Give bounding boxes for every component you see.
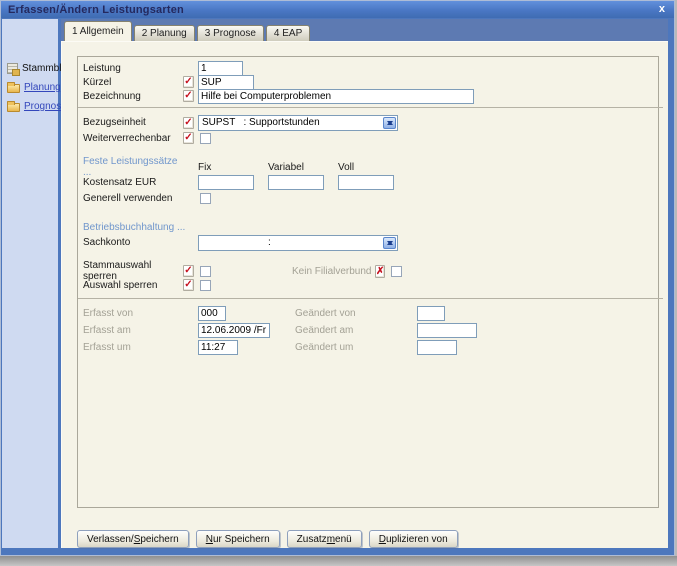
erfasst-von-input[interactable] <box>198 306 226 321</box>
main-area: 1 Allgemein 2 Planung 3 Prognose 4 EAP L… <box>61 19 668 548</box>
geaendert-von-input[interactable] <box>417 306 445 321</box>
row-sachkonto: Sachkonto : <box>83 234 658 251</box>
required-check-icon: ✓ <box>183 279 194 291</box>
app-window: Erfassen/Ändern Leistungsarten x Stammbl… <box>0 0 675 556</box>
tab-strip: 1 Allgemein 2 Planung 3 Prognose 4 EAP <box>61 19 668 41</box>
geaendert-von-label: Geändert von <box>295 308 356 319</box>
window-body: Stammblatt Planung Prognose 1 Allgemein … <box>2 19 673 548</box>
erfasst-von-label: Erfasst von <box>83 308 183 319</box>
close-icon[interactable]: x <box>657 4 667 15</box>
combo-spinner-icon[interactable] <box>383 117 396 129</box>
row-bezugseinheit: Bezugseinheit ✓ SUPST : Supportstunden <box>83 114 658 131</box>
sachkonto-value: : <box>202 237 271 248</box>
bezeichnung-input[interactable] <box>198 89 474 104</box>
duplizieren-von-button[interactable]: Duplizieren von <box>369 530 458 548</box>
window-title: Erfassen/Ändern Leistungsarten <box>8 4 184 16</box>
auswahl-label: Auswahl sperren <box>83 280 183 291</box>
tab-allgemein[interactable]: 1 Allgemein <box>64 21 132 41</box>
required-check-icon: ✓ <box>183 76 194 88</box>
sachkonto-label: Sachkonto <box>83 237 183 248</box>
geaendert-um-label: Geändert um <box>295 342 353 353</box>
separator <box>78 298 663 299</box>
titlebar: Erfassen/Ändern Leistungsarten x <box>1 1 674 18</box>
erfasst-um-input[interactable] <box>198 340 238 355</box>
kein-filialverbund-label: Kein Filialverbund <box>292 266 372 277</box>
row-kuerzel: Kürzel ✓ <box>83 75 658 89</box>
row-weiterverrechenbar: Weiterverrechenbar ✓ <box>83 131 658 145</box>
required-check-icon: ✓ <box>183 117 194 129</box>
desktop-strip <box>0 556 677 566</box>
tab-planung[interactable]: 2 Planung <box>134 25 195 41</box>
auswahl-checkbox[interactable] <box>200 280 211 291</box>
geaendert-am-input[interactable] <box>417 323 477 338</box>
kostensatz-label: Kostensatz EUR <box>83 177 183 188</box>
stammauswahl-checkbox[interactable] <box>200 266 211 277</box>
kostensatz-voll-input[interactable] <box>338 175 394 190</box>
row-generell: Generell verwenden <box>83 191 658 205</box>
required-check-icon: ✓ <box>183 132 194 144</box>
kostensatz-fix-input[interactable] <box>198 175 254 190</box>
prognose-folder-icon <box>7 103 20 112</box>
row-kostensatz: Kostensatz EUR <box>83 174 658 191</box>
screen: Erfassen/Ändern Leistungsarten x Stammbl… <box>0 0 677 566</box>
leistung-label: Leistung <box>83 63 183 74</box>
zusatzmenu-button[interactable]: Zusatzmenü <box>287 530 362 548</box>
erfasst-am-input[interactable] <box>198 323 270 338</box>
sidebar-item-planung[interactable]: Planung <box>7 82 58 93</box>
separator <box>78 107 663 108</box>
sidebar: Stammblatt Planung Prognose <box>2 19 58 548</box>
sidebar-item-label: Planung <box>24 82 61 93</box>
weiterverrechenbar-checkbox[interactable] <box>200 133 211 144</box>
nur-speichern-button[interactable]: Nur Speichern <box>196 530 280 548</box>
sidebar-item-prognose[interactable]: Prognose <box>7 101 58 112</box>
tab-prognose[interactable]: 3 Prognose <box>197 25 264 41</box>
row-betriebsbuchhaltung-header: Betriebsbuchhaltung ... <box>83 220 658 234</box>
col-fix: Fix <box>198 162 268 173</box>
sidebar-item-stammblatt[interactable]: Stammblatt <box>7 63 58 74</box>
betriebsbuchhaltung-header: Betriebsbuchhaltung ... <box>83 222 243 233</box>
bezeichnung-label: Bezeichnung <box>83 91 183 102</box>
bezugseinheit-value: SUPST : Supportstunden <box>202 117 320 128</box>
sachkonto-combobox[interactable]: : <box>198 235 398 251</box>
planung-folder-icon <box>7 84 20 93</box>
button-row: Verlassen/Speichern Nur Speichern Zusatz… <box>77 530 668 548</box>
erfasst-um-label: Erfasst um <box>83 342 183 353</box>
generell-checkbox[interactable] <box>200 193 211 204</box>
stammblatt-card-icon <box>7 63 18 74</box>
bezugseinheit-label: Bezugseinheit <box>83 117 183 128</box>
kein-filialverbund-checkbox[interactable] <box>391 266 402 277</box>
row-bezeichnung: Bezeichnung ✓ <box>83 89 658 103</box>
kuerzel-label: Kürzel <box>83 77 183 88</box>
row-erfasst-am: Erfasst am Geändert am <box>83 322 658 339</box>
row-erfasst-um: Erfasst um Geändert um <box>83 339 658 356</box>
col-variabel: Variabel <box>268 162 338 173</box>
required-x-icon: ✗ <box>375 265 385 278</box>
kuerzel-input[interactable] <box>198 75 254 90</box>
required-check-icon: ✓ <box>183 265 194 277</box>
erfasst-am-label: Erfasst am <box>83 325 183 336</box>
kostensatz-variabel-input[interactable] <box>268 175 324 190</box>
combo-spinner-icon[interactable] <box>383 237 396 249</box>
form-groupbox: Leistung Kürzel ✓ Bezeichnung <box>77 56 659 508</box>
leistung-input[interactable] <box>198 61 243 76</box>
tab-eap[interactable]: 4 EAP <box>266 25 310 41</box>
generell-label: Generell verwenden <box>83 193 183 204</box>
tab-page-allgemein: Leistung Kürzel ✓ Bezeichnung <box>61 41 668 548</box>
row-erfasst-von: Erfasst von Geändert von <box>83 305 658 322</box>
col-voll: Voll <box>338 162 408 173</box>
geaendert-am-label: Geändert am <box>295 325 353 336</box>
verlassen-speichern-button[interactable]: Verlassen/Speichern <box>77 530 189 548</box>
row-leistung: Leistung <box>83 61 658 75</box>
geaendert-um-input[interactable] <box>417 340 457 355</box>
row-leistungssaetze-header: Feste Leistungssätze ... Fix Variabel Vo… <box>83 160 658 174</box>
bezugseinheit-combobox[interactable]: SUPST : Supportstunden <box>198 115 398 131</box>
weiterverrechenbar-label: Weiterverrechenbar <box>83 133 183 144</box>
required-check-icon: ✓ <box>183 90 194 102</box>
row-stammauswahl: Stammauswahl sperren ✓ Kein Filialverbun… <box>83 264 658 278</box>
row-auswahl: Auswahl sperren ✓ <box>83 278 658 292</box>
